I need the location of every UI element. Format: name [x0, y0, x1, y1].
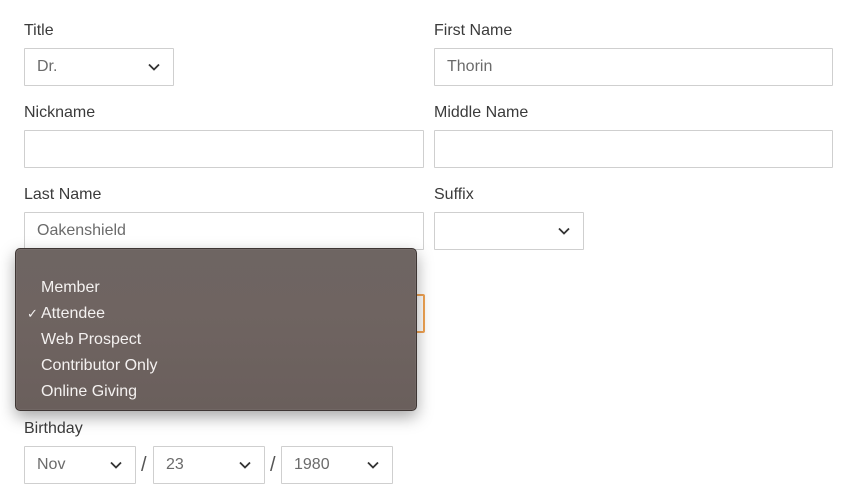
first-name-label: First Name [434, 22, 513, 39]
checkmark-icon: ✓ [27, 306, 38, 321]
dropdown-option-member[interactable]: Member [16, 276, 416, 302]
birthday-year-select[interactable]: 1980 [281, 446, 393, 484]
dropdown-option-label: Web Prospect [41, 331, 142, 348]
birthday-month-value: Nov [37, 456, 66, 473]
dropdown-option-label: Member [41, 279, 100, 296]
chevron-down-icon [148, 63, 160, 71]
last-name-input[interactable]: Oakenshield [24, 212, 424, 250]
first-name-value: Thorin [447, 58, 493, 75]
birthday-day-value: 23 [166, 456, 184, 473]
nickname-label: Nickname [24, 104, 96, 121]
chevron-down-icon [110, 461, 122, 469]
chevron-down-icon [367, 461, 379, 469]
date-separator: / [141, 454, 147, 476]
title-select[interactable]: Dr. [24, 48, 174, 86]
dropdown-option-label: Online Giving [41, 383, 138, 400]
first-name-input[interactable]: Thorin [434, 48, 833, 86]
chevron-down-icon [239, 461, 251, 469]
chevron-down-icon [558, 227, 570, 235]
member-status-dropdown-menu[interactable]: Member ✓ Attendee Web Prospect Contribut… [15, 248, 417, 411]
birthday-day-select[interactable]: 23 [153, 446, 265, 484]
last-name-value: Oakenshield [37, 222, 126, 239]
last-name-label: Last Name [24, 186, 102, 203]
nickname-input[interactable] [24, 130, 424, 168]
dropdown-option-label: Contributor Only [41, 357, 158, 374]
birthday-year-value: 1980 [294, 456, 330, 473]
dropdown-option-online-giving[interactable]: Online Giving [16, 380, 416, 406]
title-select-value: Dr. [37, 58, 58, 75]
birthday-month-select[interactable]: Nov [24, 446, 136, 484]
middle-name-input[interactable] [434, 130, 833, 168]
dropdown-option-label: Attendee [41, 305, 106, 322]
dropdown-option-contributor-only[interactable]: Contributor Only [16, 354, 416, 380]
dropdown-option-attendee[interactable]: ✓ Attendee [16, 302, 416, 328]
suffix-label: Suffix [434, 186, 474, 203]
birthday-label: Birthday [24, 420, 83, 437]
date-separator: / [270, 454, 276, 476]
dropdown-option-web-prospect[interactable]: Web Prospect [16, 328, 416, 354]
title-label: Title [24, 22, 54, 39]
suffix-select[interactable] [434, 212, 584, 250]
middle-name-label: Middle Name [434, 104, 529, 121]
